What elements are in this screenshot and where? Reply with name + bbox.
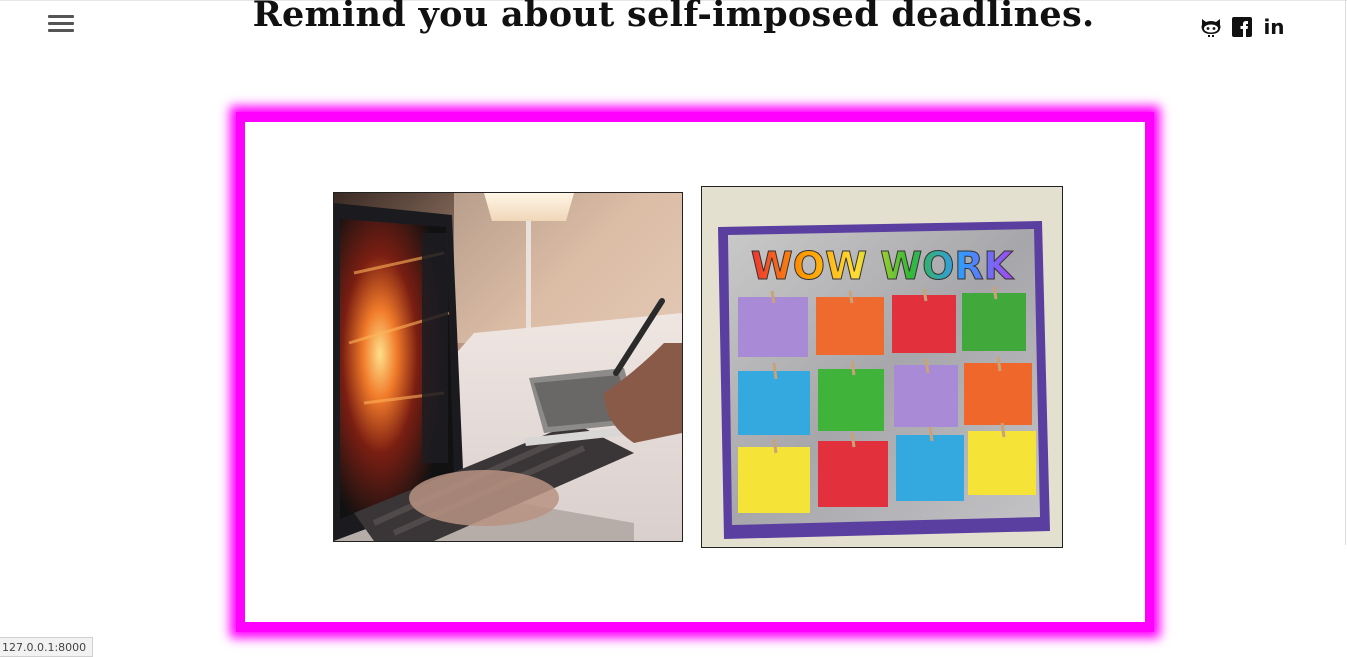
github-icon: [1201, 19, 1221, 37]
wow-work-bulletin-board-photo: WOW WORK: [701, 186, 1063, 548]
status-bar-url: 127.0.0.1:8000: [0, 637, 94, 657]
scrollbar-track[interactable]: [1345, 0, 1346, 545]
page-headline: Remind you about self-imposed deadlines.: [252, 0, 1095, 35]
social-links: in: [1199, 15, 1285, 39]
facebook-icon: [1232, 17, 1252, 37]
facebook-link[interactable]: [1232, 15, 1252, 39]
board-title-text: WOW WORK: [751, 244, 1015, 288]
linkedin-icon: in: [1263, 15, 1285, 39]
laptop-drawing-tablet-photo: [333, 192, 683, 542]
github-link[interactable]: [1199, 15, 1223, 39]
linkedin-link[interactable]: in: [1263, 15, 1285, 39]
